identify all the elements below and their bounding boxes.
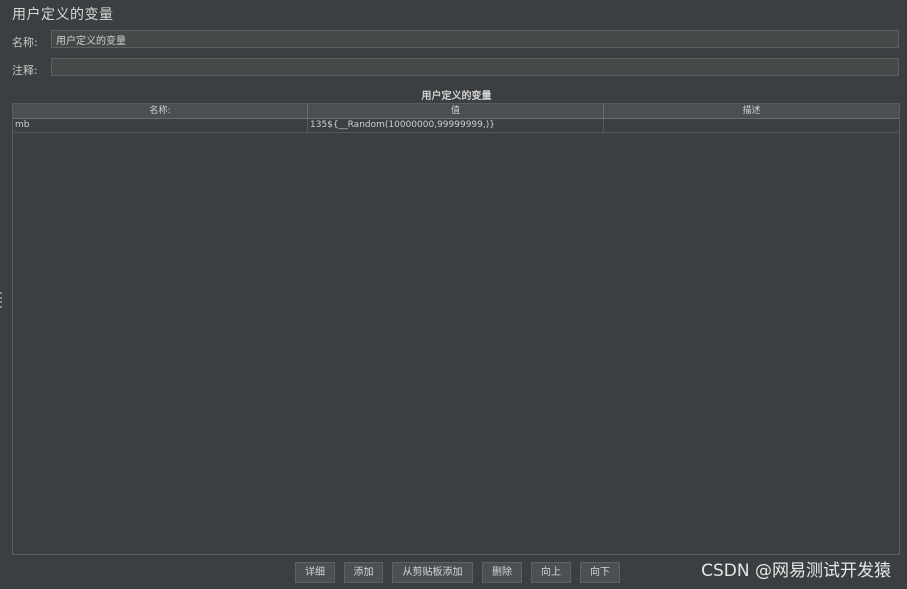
table-header: 名称: 值 描述 [13, 104, 899, 119]
move-up-button[interactable]: 向上 [531, 562, 571, 583]
cell-value[interactable]: 135${__Random(10000000,99999999,)} [308, 119, 604, 132]
cell-name[interactable]: mb [13, 119, 308, 132]
move-down-button[interactable]: 向下 [580, 562, 620, 583]
table-title: 用户定义的变量 [421, 91, 492, 102]
column-header-name[interactable]: 名称: [13, 104, 308, 118]
panel-title: 用户定义的变量 [12, 7, 114, 23]
detail-button[interactable]: 详细 [295, 562, 335, 583]
add-button[interactable]: 添加 [344, 562, 383, 583]
name-label: 名称: [12, 36, 38, 49]
comment-label: 注释: [12, 64, 38, 77]
variables-table[interactable]: 名称: 值 描述 mb 135${__Random(10000000,99999… [12, 103, 900, 555]
name-input[interactable] [51, 30, 899, 48]
comment-input[interactable] [51, 58, 899, 76]
delete-button[interactable]: 删除 [482, 562, 522, 583]
column-header-description[interactable]: 描述 [604, 104, 899, 118]
add-from-clipboard-button[interactable]: 从剪贴板添加 [392, 562, 473, 583]
splitter-grip-icon[interactable] [0, 292, 3, 308]
watermark: CSDN @网易测试开发猿 [701, 561, 891, 581]
user-defined-variables-panel: 用户定义的变量 名称: 注释: 用户定义的变量 名称: 值 描述 mb 135$… [0, 0, 907, 589]
table-row[interactable]: mb 135${__Random(10000000,99999999,)} [13, 119, 899, 133]
cell-description[interactable] [604, 119, 899, 132]
column-header-value[interactable]: 值 [308, 104, 604, 118]
